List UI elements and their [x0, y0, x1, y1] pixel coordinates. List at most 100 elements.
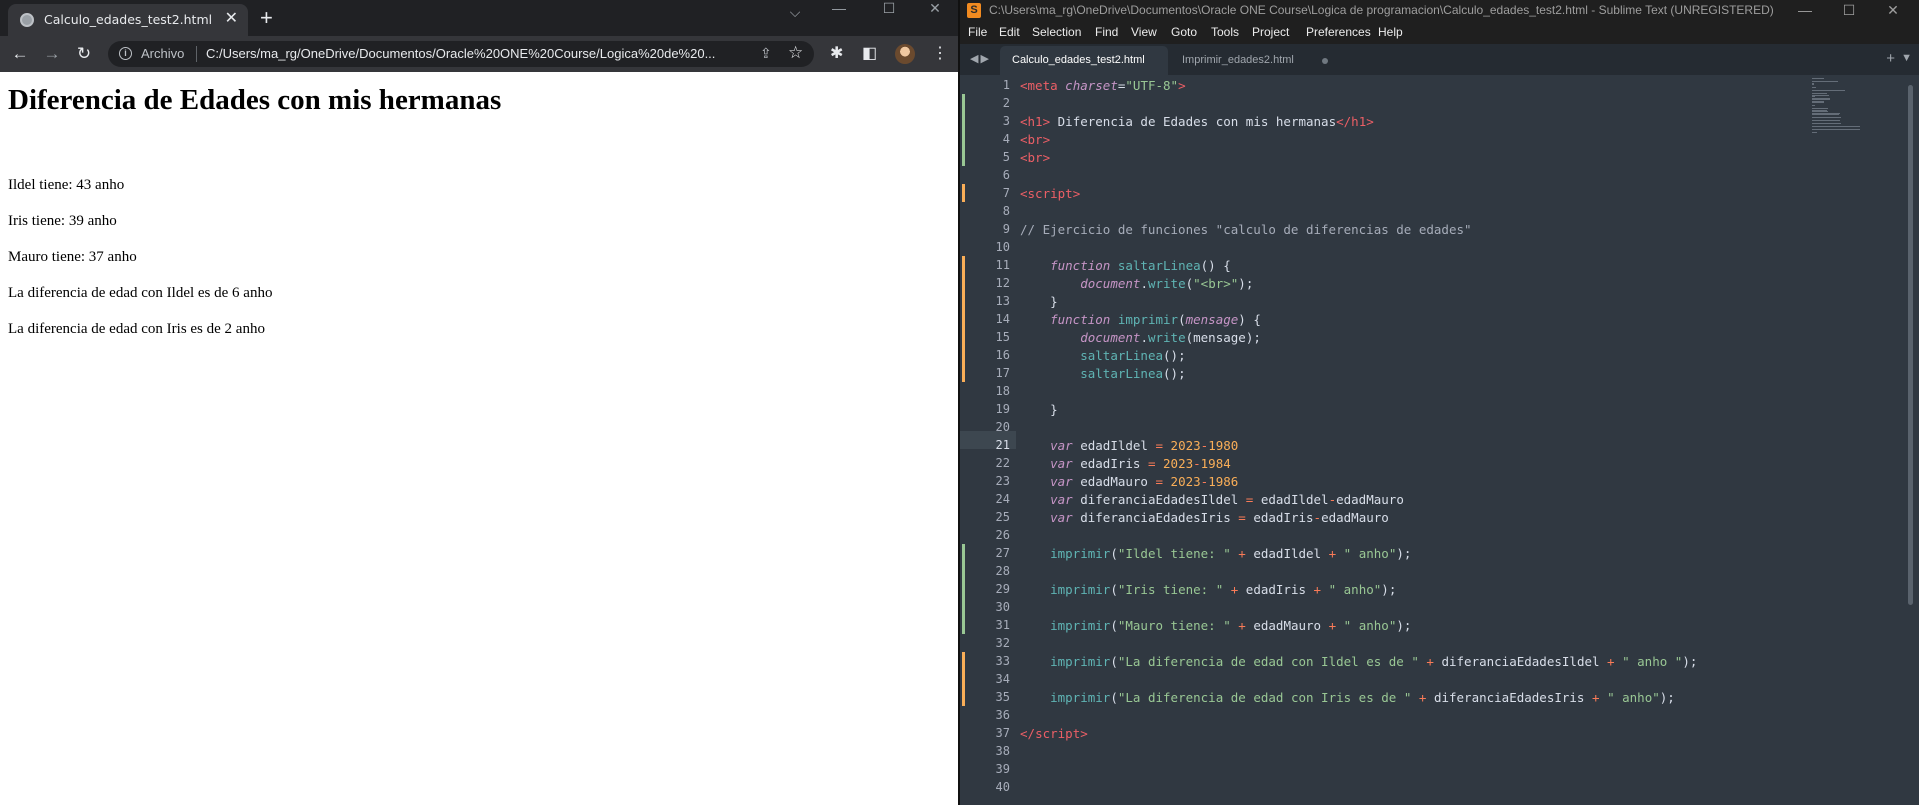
line-number: 27: [995, 546, 1010, 560]
code-line[interactable]: function imprimir(mensage) {: [1020, 312, 1261, 327]
code-line[interactable]: saltarLinea();: [1020, 348, 1185, 363]
menu-tools[interactable]: Tools: [1211, 25, 1239, 39]
menu-selection[interactable]: Selection: [1032, 25, 1081, 39]
code-token: charset: [1065, 78, 1118, 93]
code-token: document: [1080, 330, 1141, 345]
code-line[interactable]: var edadMauro = 2023-1986: [1020, 474, 1238, 489]
code-line[interactable]: }: [1020, 294, 1058, 309]
code-area[interactable]: <meta charset="UTF-8"> <h1> Diferencia de…: [1020, 75, 1860, 805]
code-line[interactable]: document.write(mensage);: [1020, 330, 1261, 345]
code-line[interactable]: <br>: [1020, 132, 1050, 147]
code-token: " anho": [1343, 618, 1397, 633]
menu-edit[interactable]: Edit: [999, 25, 1020, 39]
code-line[interactable]: }: [1020, 402, 1058, 417]
browser-tab[interactable]: Calculo_edades_test2.html ✕: [8, 4, 248, 36]
menu-help[interactable]: Help: [1378, 25, 1403, 39]
side-panel-icon[interactable]: ◧: [862, 44, 877, 64]
close-window-button[interactable]: ✕: [912, 0, 958, 16]
address-scheme-chip: Archivo: [141, 46, 185, 61]
code-line[interactable]: document.write("<br>");: [1020, 276, 1253, 291]
tab-list-chevron-icon[interactable]: ▼: [1901, 52, 1912, 64]
forward-button[interactable]: →: [42, 44, 62, 64]
editor-close-button[interactable]: ✕: [1870, 2, 1916, 18]
reload-button[interactable]: ↻: [74, 44, 94, 64]
menu-view[interactable]: View: [1131, 25, 1157, 39]
code-token: var: [1050, 510, 1073, 525]
line-number: 8: [1002, 204, 1010, 218]
line-number-gutter: 1 2 3 4 5 6 7 8 9 10 11 12 13 14 15 16 17 18 19 20 21 22 23 24 2…: [960, 75, 1010, 805]
code-line[interactable]: imprimir("Iris tiene: " + edadIris + " a…: [1020, 582, 1396, 597]
code-line[interactable]: <br>: [1020, 150, 1050, 165]
code-token: imprimir: [1050, 546, 1111, 561]
code-line[interactable]: // Ejercicio de funciones "calculo de di…: [1020, 222, 1472, 237]
code-line[interactable]: saltarLinea();: [1020, 366, 1185, 381]
info-icon[interactable]: i: [119, 47, 132, 60]
tab-scroll-arrows-icon[interactable]: ◀▶: [970, 52, 991, 65]
editor-maximize-button[interactable]: ☐: [1826, 2, 1872, 18]
menu-project[interactable]: Project: [1252, 25, 1289, 39]
code-token: function: [1050, 312, 1111, 327]
code-token: edadIldel: [1072, 438, 1156, 453]
menu-goto[interactable]: Goto: [1171, 25, 1197, 39]
avatar[interactable]: [895, 44, 915, 64]
code-line[interactable]: imprimir("La diferencia de edad con Iris…: [1020, 690, 1675, 705]
code-token: (: [1110, 546, 1118, 561]
gutter-modified-marker: [962, 184, 965, 202]
code-line[interactable]: <h1> Diferencia de Edades con mis herman…: [1020, 114, 1374, 129]
code-line[interactable]: var diferanciaEdadesIris = edadIris-edad…: [1020, 510, 1389, 525]
web-page-content: Diferencia de Edades con mis hermanas Il…: [0, 72, 958, 805]
code-line[interactable]: var diferanciaEdadesIldel = edadIldel-ed…: [1020, 492, 1404, 507]
minimize-button[interactable]: —: [816, 0, 862, 16]
code-line[interactable]: imprimir("La diferencia de edad con Ilde…: [1020, 654, 1697, 669]
code-line[interactable]: imprimir("Mauro tiene: " + edadMauro + "…: [1020, 618, 1411, 633]
minimap[interactable]: [1812, 78, 1862, 138]
tab-search-button[interactable]: ⌵: [772, 4, 818, 20]
browser-tab-title: Calculo_edades_test2.html: [44, 12, 213, 27]
code-token: 2023: [1170, 474, 1201, 489]
line-number: 37: [995, 726, 1010, 740]
bookmark-star-icon[interactable]: ☆: [788, 43, 803, 63]
code-line[interactable]: </script>: [1020, 726, 1088, 741]
code-token: document: [1080, 276, 1141, 291]
output-line-mauro: Mauro tiene: 37 anho: [8, 249, 137, 265]
menu-find[interactable]: Find: [1095, 25, 1118, 39]
address-bar[interactable]: i Archivo C:/Users/ma_rg/OneDrive/Docume…: [108, 41, 814, 67]
back-button[interactable]: ←: [10, 44, 30, 64]
editor-tab-inactive[interactable]: Imprimir_edades2.html: [1170, 46, 1340, 75]
menu-file[interactable]: File: [968, 25, 987, 39]
vertical-scrollbar[interactable]: [1908, 85, 1913, 605]
code-token: imprimir: [1050, 582, 1111, 597]
close-tab-button[interactable]: ✕: [225, 10, 238, 28]
code-token: 2023: [1163, 456, 1194, 471]
editor-window-title: C:\Users\ma_rg\OneDrive\Documentos\Oracl…: [989, 3, 1774, 17]
editor-tab-active[interactable]: Calculo_edades_test2.html: [1000, 46, 1168, 75]
gutter-added-marker: [962, 580, 965, 598]
code-token: diferanciaEdadesIldel: [1072, 492, 1246, 507]
new-tab-button[interactable]: +: [260, 7, 273, 29]
new-file-plus-icon[interactable]: +: [1886, 50, 1895, 67]
code-line[interactable]: var edadIris = 2023-1984: [1020, 456, 1231, 471]
code-line[interactable]: <meta charset="UTF-8">: [1020, 78, 1186, 93]
code-line[interactable]: <script>: [1020, 186, 1080, 201]
menu-preferences[interactable]: Preferences: [1306, 25, 1371, 39]
code-line[interactable]: var edadIldel = 2023-1980: [1020, 438, 1238, 453]
code-editor[interactable]: 1 2 3 4 5 6 7 8 9 10 11 12 13 14 15 16 17 18 19 20 21 22 23 24 2…: [960, 75, 1919, 805]
code-token: " anho": [1328, 582, 1382, 597]
line-number: 9: [1002, 222, 1010, 236]
menu-kebab-icon[interactable]: ⋮: [932, 44, 948, 64]
editor-tab-bar: ◀▶ Calculo_edades_test2.html Imprimir_ed…: [960, 44, 1919, 75]
maximize-button[interactable]: ☐: [866, 0, 912, 16]
editor-minimize-button[interactable]: —: [1782, 2, 1828, 18]
line-number: 5: [1002, 150, 1010, 164]
output-line-iris: Iris tiene: 39 anho: [8, 213, 117, 229]
code-token: write: [1147, 330, 1186, 345]
code-line[interactable]: imprimir("Ildel tiene: " + edadIldel + "…: [1020, 546, 1411, 561]
share-icon[interactable]: ⇪: [760, 45, 772, 62]
address-url[interactable]: C:/Users/ma_rg/OneDrive/Documentos/Oracl…: [206, 46, 746, 61]
line-number: 14: [995, 312, 1010, 326]
code-line[interactable]: function saltarLinea() {: [1020, 258, 1231, 273]
extensions-puzzle-icon[interactable]: ✱: [830, 44, 843, 64]
